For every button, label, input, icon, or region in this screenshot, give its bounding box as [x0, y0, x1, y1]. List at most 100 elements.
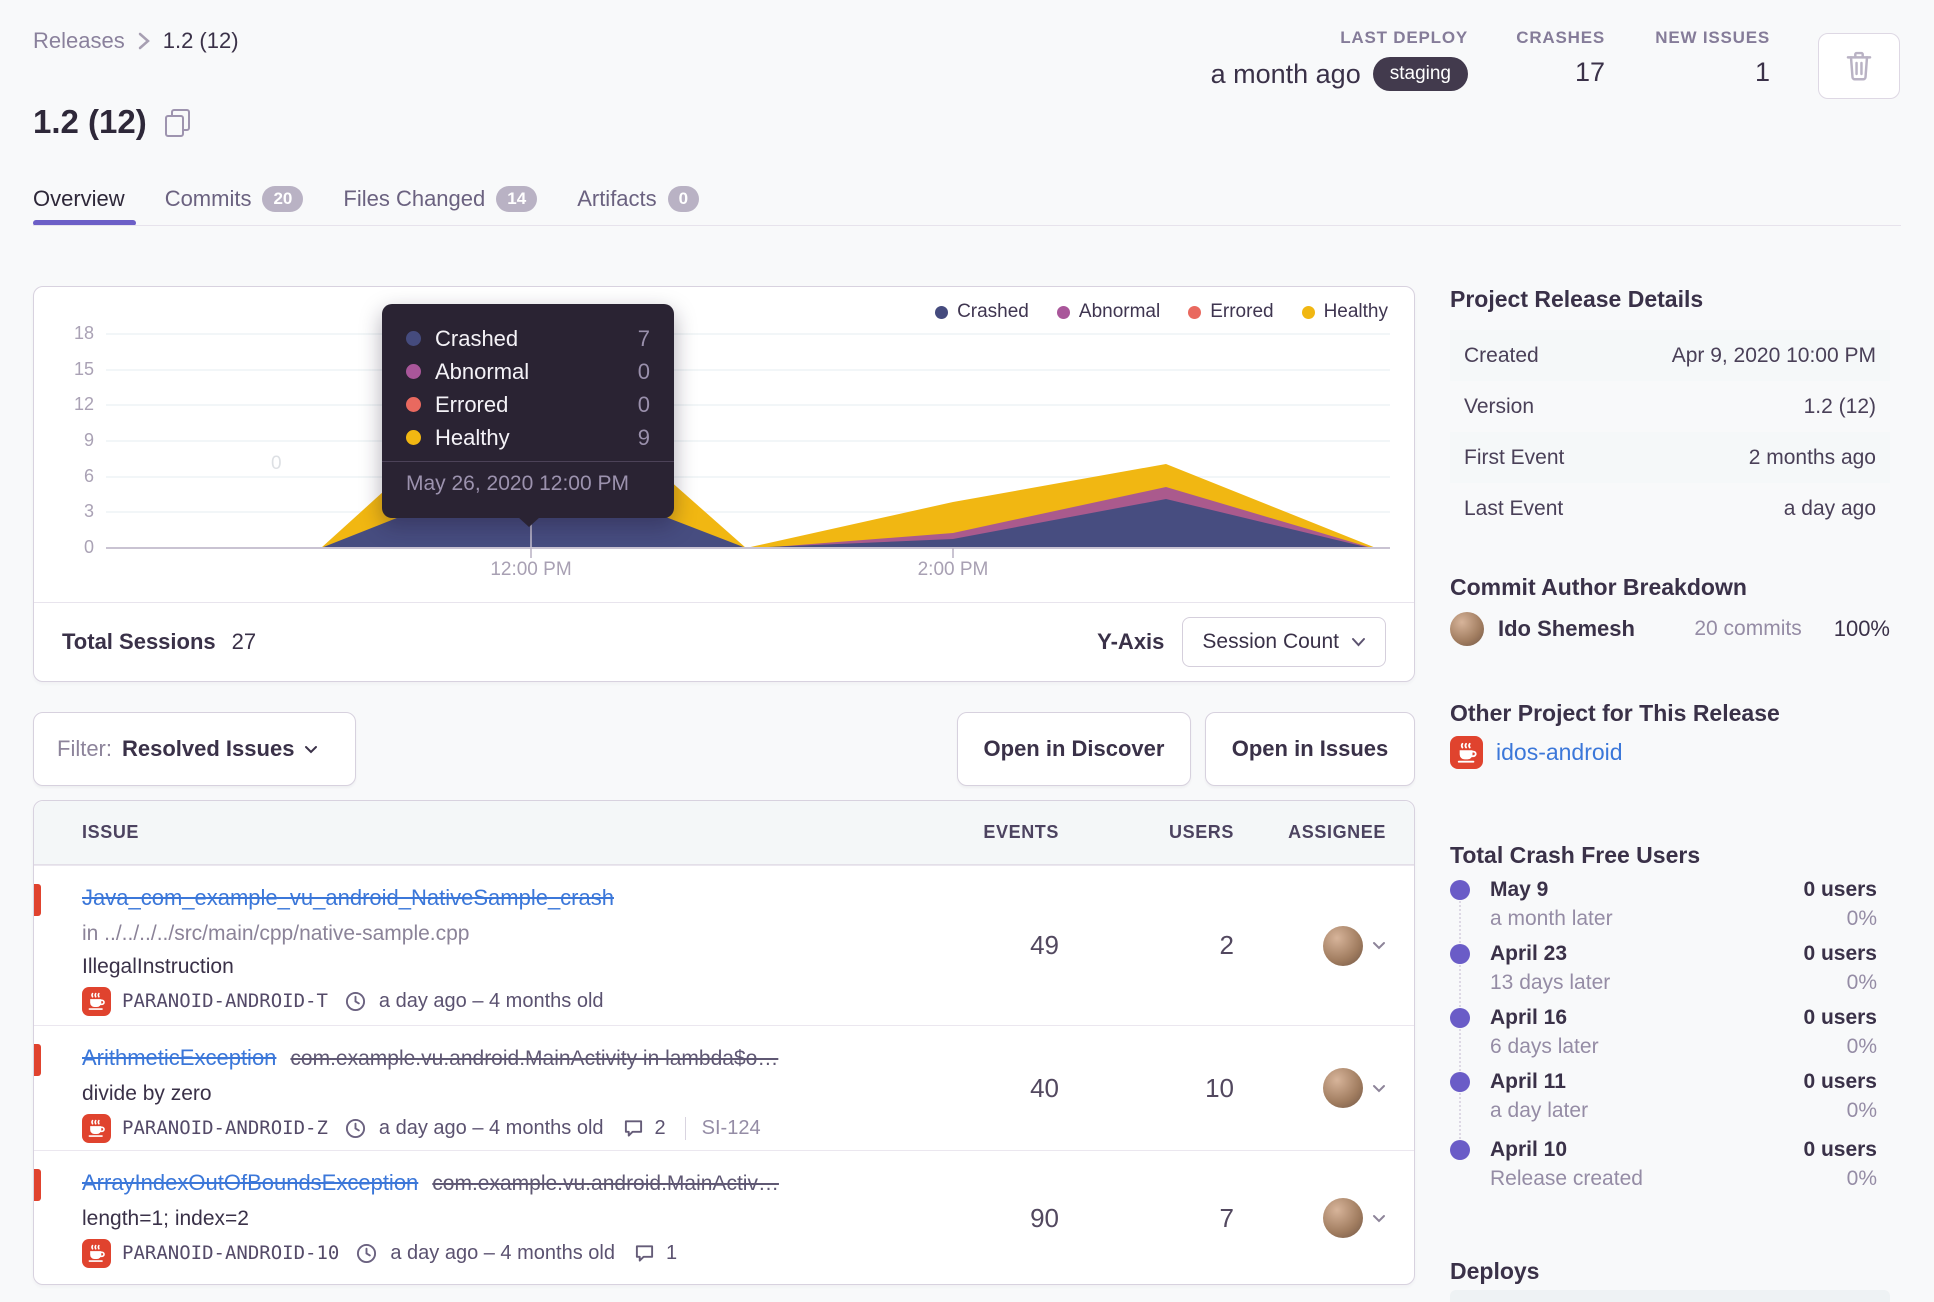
assignee-avatar[interactable] — [1323, 925, 1363, 966]
entry-date: April 11 — [1490, 1070, 1566, 1093]
last-deploy-value: a month ago — [1210, 58, 1361, 89]
tooltip-label: Errored — [435, 391, 509, 417]
filter-label: Filter: — [57, 736, 112, 761]
tooltip-value: 9 — [637, 424, 650, 450]
new-issues-value: 1 — [1754, 57, 1770, 87]
chevron-down-icon[interactable] — [1372, 1214, 1386, 1223]
tab-commits[interactable]: Commits 20 — [165, 186, 304, 212]
tooltip-divider — [382, 461, 674, 462]
chevron-down-icon[interactable] — [1372, 1084, 1386, 1093]
issue-events-count: 49 — [1030, 930, 1059, 960]
issue-culprit: com.example.vu.android.MainActiv… — [432, 1172, 779, 1195]
healthy-dot-icon — [406, 430, 421, 445]
detail-label: First Event — [1464, 445, 1565, 469]
tab-overview[interactable]: Overview — [33, 186, 125, 212]
tooltip-value: 0 — [637, 391, 650, 417]
title-row: 1.2 (12) — [33, 103, 190, 141]
delete-release-button[interactable] — [1818, 33, 1900, 99]
list-item: April 11 a day later 0 users 0% — [1450, 1070, 1890, 1126]
tab-label: Overview — [33, 186, 125, 211]
assignee-avatar[interactable] — [1323, 1068, 1363, 1108]
yaxis-select[interactable]: Session Count — [1182, 617, 1386, 667]
open-in-issues-button[interactable]: Open in Issues — [1205, 712, 1415, 786]
other-project-link[interactable]: idos-android — [1496, 739, 1623, 766]
project-slug: PARANOID-ANDROID-Z — [122, 1117, 328, 1139]
tab-count-badge: 14 — [496, 186, 538, 212]
author-name: Ido Shemesh — [1498, 616, 1635, 641]
open-in-discover-button[interactable]: Open in Discover — [957, 712, 1191, 786]
list-item: April 16 6 days later 0 users 0% — [1450, 1006, 1890, 1062]
entry-sub: a day later — [1490, 1099, 1589, 1122]
chart-tooltip: Crashed 7 Abnormal 0 Errored 0 Healthy 9… — [382, 304, 674, 527]
issue-link[interactable]: Java_com_example_vu_android_NativeSample… — [82, 885, 614, 910]
environment-badge: staging — [1372, 57, 1468, 91]
detail-label: Created — [1464, 343, 1539, 367]
project-icon — [1450, 736, 1483, 769]
issue-filter-dropdown[interactable]: Filter: Resolved Issues — [33, 712, 356, 786]
tab-files-changed[interactable]: Files Changed 14 — [343, 186, 538, 212]
project-slug: PARANOID-ANDROID-T — [122, 990, 328, 1012]
timeline-dot-icon — [1450, 1140, 1470, 1160]
other-project-heading: Other Project for This Release — [1450, 700, 1780, 726]
yaxis-label: Y-Axis — [1097, 629, 1165, 654]
tab-label: Artifacts — [577, 186, 657, 211]
tab-count-badge: 0 — [667, 186, 700, 212]
issue-short-id: SI-124 — [684, 1116, 761, 1140]
table-row: ArithmeticException com.example.vu.androi… — [34, 1025, 1414, 1150]
tooltip-date: May 26, 2020 12:00 PM — [406, 472, 629, 495]
issue-age: a day ago – 4 months old — [390, 1241, 615, 1264]
filter-value: Resolved Issues — [122, 736, 295, 761]
commit-author-row: Ido Shemesh 20 commits 100% — [1450, 612, 1890, 646]
clock-icon — [345, 1118, 366, 1139]
other-project-row: idos-android — [1450, 736, 1623, 769]
tooltip-value: 0 — [637, 358, 650, 384]
x-tick: 2:00 PM — [917, 559, 989, 580]
comments-count: 1 — [665, 1241, 678, 1264]
chevron-down-icon[interactable] — [1372, 941, 1386, 950]
legend-item-healthy[interactable]: Healthy — [1301, 301, 1388, 323]
entry-percent: 0% — [1846, 971, 1877, 994]
assignee-avatar[interactable] — [1323, 1198, 1363, 1238]
tab-bar: Overview Commits 20 Files Changed 14 Art… — [33, 186, 700, 212]
list-item: May 9 a month later 0 users 0% — [1450, 878, 1890, 934]
legend-label: Abnormal — [1078, 301, 1161, 322]
abnormal-dot-icon — [1056, 305, 1070, 319]
breadcrumb-releases-link[interactable]: Releases — [33, 28, 125, 54]
chart-footer: Total Sessions 27 Y-Axis Session Count — [34, 602, 1414, 681]
author-percent: 100% — [1833, 616, 1890, 641]
deploys-section-preview — [1450, 1290, 1890, 1302]
copy-icon[interactable] — [164, 109, 190, 137]
issue-message: divide by zero — [82, 1082, 212, 1105]
total-sessions-label: Total Sessions — [62, 629, 216, 654]
tab-count-badge: 20 — [262, 186, 304, 212]
detail-value: Apr 9, 2020 10:00 PM — [1671, 343, 1876, 367]
issue-link[interactable]: ArithmeticException — [82, 1045, 276, 1070]
timeline-dot-icon — [1450, 1072, 1470, 1092]
legend-item-crashed[interactable]: Crashed — [935, 301, 1029, 323]
chevron-right-icon — [137, 30, 151, 52]
entry-sub: 13 days later — [1490, 971, 1611, 994]
detail-value: 2 months ago — [1748, 445, 1876, 469]
crashes-value: 17 — [1574, 57, 1605, 87]
legend-item-errored[interactable]: Errored — [1188, 301, 1274, 323]
legend-item-abnormal[interactable]: Abnormal — [1056, 301, 1161, 323]
author-avatar — [1450, 612, 1484, 646]
project-icon — [82, 986, 111, 1016]
entry-sub: a month later — [1490, 907, 1613, 930]
issue-link[interactable]: ArrayIndexOutOfBoundsException — [82, 1170, 418, 1195]
crashed-dot-icon — [935, 305, 949, 319]
entry-percent: 0% — [1846, 1035, 1877, 1058]
detail-value: a day ago — [1783, 496, 1876, 520]
entry-date: April 23 — [1490, 942, 1568, 965]
unhandled-indicator — [34, 1044, 41, 1076]
tab-artifacts[interactable]: Artifacts 0 — [577, 186, 700, 212]
breadcrumb-current: 1.2 (12) — [162, 28, 239, 53]
timeline-dot-icon — [1450, 944, 1470, 964]
comments-count: 2 — [654, 1116, 666, 1139]
stat-last-deploy: LAST DEPLOY a month ago staging — [1040, 28, 1468, 91]
stat-crashes: CRASHES 17 — [1480, 28, 1605, 88]
detail-row: Created Apr 9, 2020 10:00 PM — [1450, 330, 1890, 381]
issue-age: a day ago – 4 months old — [378, 1116, 604, 1139]
issue-message: IllegalInstruction — [82, 955, 234, 978]
tooltip-value: 7 — [637, 325, 650, 351]
